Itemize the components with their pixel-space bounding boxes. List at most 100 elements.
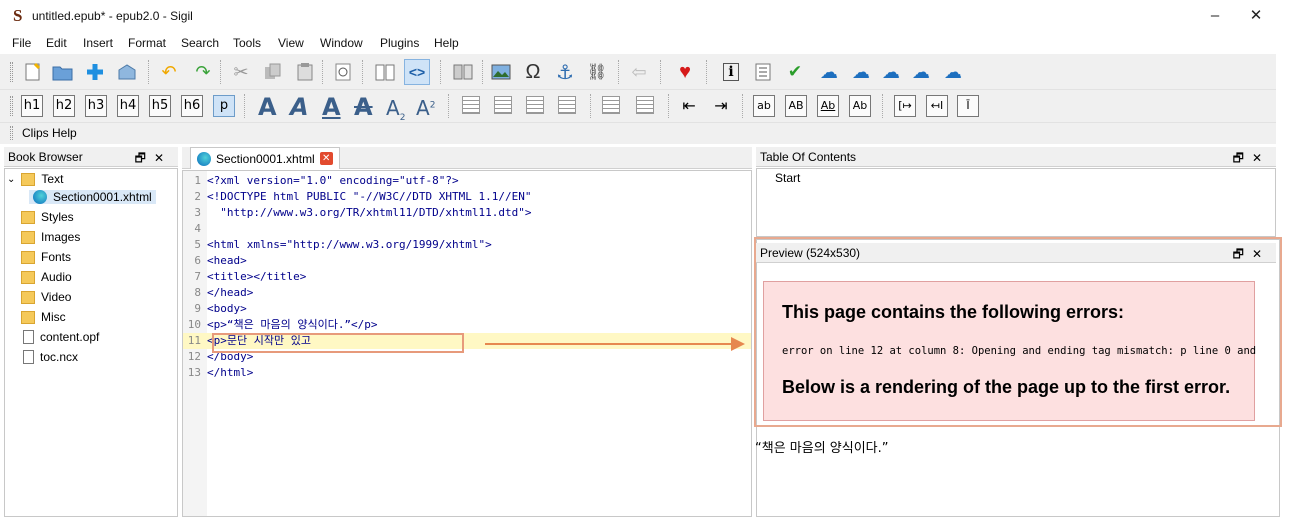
menu-plugins[interactable]: Plugins (380, 36, 419, 50)
tree-item-video[interactable]: Video (21, 290, 71, 304)
align-left-icon[interactable] (462, 96, 480, 114)
insert-image-icon[interactable] (488, 59, 514, 85)
print-preview-icon[interactable] (330, 59, 356, 85)
align-justify-icon[interactable] (558, 96, 576, 114)
code-line[interactable]: 7 <title></title> (183, 269, 751, 285)
validate-icon-2[interactable]: ☁ (848, 59, 874, 85)
toc-controls[interactable]: 🗗✕ (1233, 149, 1270, 170)
validate-icon-4[interactable]: ☁ (908, 59, 934, 85)
paragraph-button[interactable]: p (213, 95, 235, 117)
capitalize-button[interactable]: Ab (849, 95, 871, 117)
code-line[interactable]: 9 <body> (183, 301, 751, 317)
maximize-button[interactable] (1187, 4, 1233, 28)
metadata-info-icon[interactable]: i (718, 59, 744, 85)
italic-icon[interactable]: A (290, 93, 309, 121)
line-number: 11 (187, 334, 201, 347)
menu-insert[interactable]: Insert (83, 36, 113, 50)
heading-h1-button[interactable]: h1 (21, 95, 43, 117)
lowercase-button[interactable]: ab (753, 95, 775, 117)
tree-item-text[interactable]: ⌄ Text (7, 172, 63, 186)
increase-indent-icon[interactable]: ⇥ (708, 93, 734, 119)
insert-span-icon[interactable]: Ī (957, 95, 979, 117)
tree-item-toc-ncx[interactable]: toc.ncx (23, 350, 78, 364)
menu-help[interactable]: Help (434, 36, 459, 50)
heading-h3-button[interactable]: h3 (85, 95, 107, 117)
toc-list-icon[interactable] (750, 59, 776, 85)
redo-icon[interactable]: ↷ (190, 59, 216, 85)
bold-icon[interactable]: A (258, 93, 277, 121)
spellcheck-icon[interactable]: ✔ (782, 59, 808, 85)
add-file-icon[interactable] (82, 59, 108, 85)
insert-anchor-icon[interactable]: ⚓ (552, 59, 578, 85)
tree-item-styles[interactable]: Styles (21, 210, 74, 224)
save-icon[interactable] (114, 59, 140, 85)
uppercase-button[interactable]: AB (785, 95, 807, 117)
insert-class-icon[interactable]: ↤I (926, 95, 948, 117)
code-line[interactable]: 2 <!DOCTYPE html PUBLIC "-//W3C//DTD XHTM… (183, 189, 751, 205)
numbered-list-icon[interactable] (636, 96, 654, 114)
titlecase-button[interactable]: Ab (817, 95, 839, 117)
superscript-icon[interactable]: A2 (416, 96, 435, 120)
code-line[interactable]: 10 <p>“책은 마음의 양식이다.”</p> (183, 317, 751, 333)
tree-item-content-opf[interactable]: content.opf (23, 330, 99, 344)
tree-item-audio[interactable]: Audio (21, 270, 72, 284)
copy-icon[interactable] (260, 59, 286, 85)
menu-view[interactable]: View (278, 36, 304, 50)
book-browser-controls[interactable]: 🗗✕ (135, 149, 172, 170)
align-right-icon[interactable] (526, 96, 544, 114)
code-line[interactable]: 1 <?xml version="1.0" encoding="utf-8"?> (183, 173, 751, 189)
close-tab-icon[interactable]: ✕ (319, 152, 333, 165)
new-file-icon[interactable] (20, 59, 46, 85)
tab-section0001[interactable]: Section0001.xhtml ✕ (190, 147, 340, 169)
subscript-icon[interactable]: A2 (386, 96, 405, 123)
menu-tools[interactable]: Tools (233, 36, 261, 50)
code-line[interactable]: 4 (183, 221, 751, 237)
clips-grip[interactable] (10, 126, 13, 140)
tree-item-images[interactable]: Images (21, 230, 80, 244)
heading-h5-button[interactable]: h5 (149, 95, 171, 117)
insert-special-char-icon[interactable]: Ω (520, 59, 546, 85)
preview-controls[interactable]: 🗗✕ (1233, 245, 1270, 266)
heading-h6-button[interactable]: h6 (181, 95, 203, 117)
open-folder-icon[interactable] (50, 59, 76, 85)
split-view-icon[interactable] (450, 59, 476, 85)
insert-id-icon[interactable]: [↦ (894, 95, 916, 117)
heart-icon[interactable]: ♥ (672, 59, 698, 85)
book-view-icon[interactable] (372, 59, 398, 85)
paste-icon[interactable] (292, 59, 318, 85)
code-line[interactable]: 6 <head> (183, 253, 751, 269)
tree-item-section0001[interactable]: Section0001.xhtml (29, 190, 156, 204)
undo-icon[interactable]: ↶ (156, 59, 182, 85)
back-arrow-icon[interactable]: ⇦ (626, 59, 652, 85)
code-view-icon[interactable]: <> (404, 59, 430, 85)
code-line[interactable]: 5 <html xmlns="http://www.w3.org/1999/xht… (183, 237, 751, 253)
heading-h2-button[interactable]: h2 (53, 95, 75, 117)
menu-search[interactable]: Search (181, 36, 219, 50)
menu-file[interactable]: File (12, 36, 31, 50)
heading-h4-button[interactable]: h4 (117, 95, 139, 117)
menu-format[interactable]: Format (128, 36, 166, 50)
code-line[interactable]: 3 "http://www.w3.org/TR/xhtml11/DTD/xhtm… (183, 205, 751, 221)
validate-icon-1[interactable]: ☁ (816, 59, 842, 85)
toolbar-grip[interactable] (10, 62, 13, 82)
clips-help-label[interactable]: Clips Help (22, 126, 77, 140)
toc-entry[interactable]: Start (775, 171, 800, 185)
menu-window[interactable]: Window (320, 36, 363, 50)
underline-icon[interactable]: A (322, 93, 341, 121)
tree-item-misc[interactable]: Misc (21, 310, 66, 324)
close-window-button[interactable]: ✕ (1233, 4, 1279, 28)
tree-item-fonts[interactable]: Fonts (21, 250, 71, 264)
validate-icon-5[interactable]: ☁ (940, 59, 966, 85)
cut-icon[interactable]: ✂ (228, 59, 254, 85)
align-center-icon[interactable] (494, 96, 512, 114)
toolbar-grip[interactable] (10, 96, 13, 116)
insert-link-icon[interactable]: ⛓ (584, 59, 610, 85)
code-line[interactable]: 13 </html> (183, 365, 751, 381)
decrease-indent-icon[interactable]: ⇤ (676, 93, 702, 119)
code-line[interactable]: 8 </head> (183, 285, 751, 301)
bullet-list-icon[interactable] (602, 96, 620, 114)
chevron-down-icon[interactable]: ⌄ (7, 174, 15, 185)
menu-edit[interactable]: Edit (46, 36, 67, 50)
validate-icon-3[interactable]: ☁ (878, 59, 904, 85)
strikethrough-icon[interactable]: A (354, 93, 373, 121)
